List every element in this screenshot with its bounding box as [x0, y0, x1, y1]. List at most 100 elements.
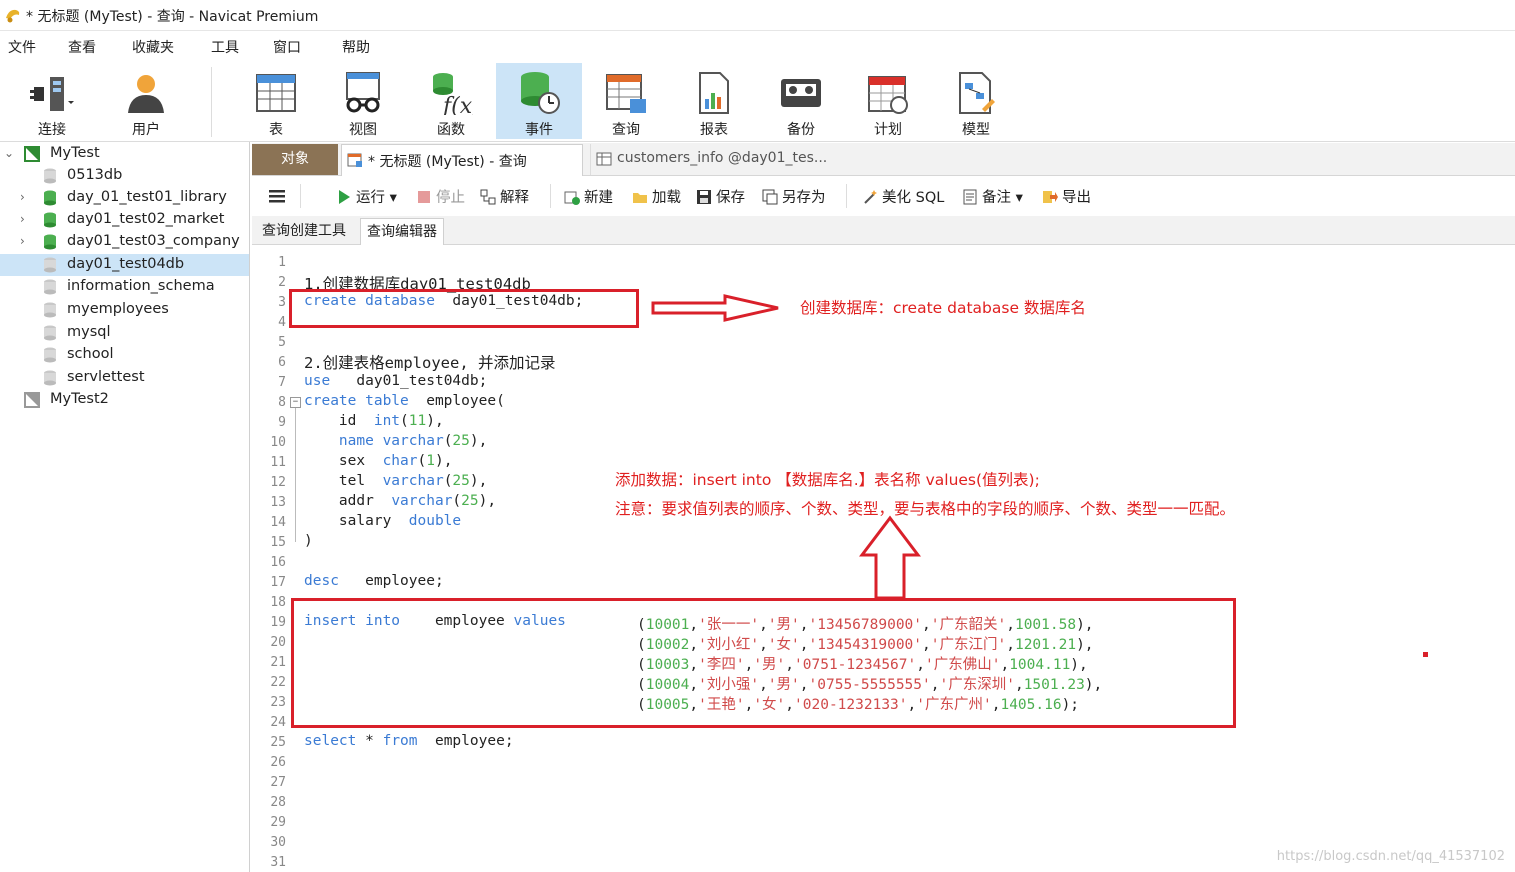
tab-query-editor[interactable]: 查询编辑器: [360, 218, 444, 245]
report-button[interactable]: 报表: [676, 63, 752, 139]
menu-file[interactable]: 文件: [8, 37, 36, 57]
tree-db-day01-test04db[interactable]: day01_test04db: [0, 254, 249, 276]
run-label: 运行: [356, 190, 385, 206]
sql-editor[interactable]: 1 2 3 4 5 6 7 8 9 10 11 12 13 14 15 16 1…: [252, 245, 1515, 872]
backup-button[interactable]: 备份: [763, 63, 839, 139]
tab-customers-info[interactable]: customers_info @day01_tes...: [590, 144, 841, 175]
toolbar-divider: [846, 184, 847, 208]
line-number: 21: [270, 655, 286, 670]
line-number: 24: [270, 715, 286, 730]
tree-db-information-schema[interactable]: information_schema: [0, 276, 249, 298]
red-dot-mark: [1423, 652, 1428, 657]
save-as-button[interactable]: 另存为: [762, 186, 826, 207]
sql-keyword: select: [304, 733, 357, 749]
tree-db-day01-company[interactable]: › day01_test03_company: [0, 231, 249, 253]
table-label: 表: [269, 122, 283, 138]
sql-text: ),: [478, 493, 497, 509]
sql-text: ),: [469, 433, 488, 449]
tree-db-0513db[interactable]: 0513db: [0, 165, 249, 187]
fold-toggle-icon[interactable]: −: [290, 397, 301, 408]
chevron-right-icon[interactable]: ›: [20, 212, 25, 226]
line-number: 20: [270, 635, 286, 650]
explain-button[interactable]: 解释: [480, 186, 529, 207]
line-number: 8: [278, 395, 286, 410]
sql-number: 1: [426, 453, 435, 469]
database-gray-icon: [44, 325, 56, 341]
tab-query-builder[interactable]: 查询创建工具: [256, 218, 352, 244]
tree-db-school[interactable]: school: [0, 344, 249, 366]
line-number: 16: [270, 555, 286, 570]
tree-connection-mytest2[interactable]: MyTest2: [0, 389, 249, 411]
line-number: 23: [270, 695, 286, 710]
chevron-down-icon[interactable]: ⌄: [4, 146, 14, 160]
highlight-box-insert: [291, 598, 1236, 728]
model-label: 模型: [962, 122, 990, 138]
save-button[interactable]: 保存: [696, 186, 745, 207]
up-arrow-icon: [859, 515, 921, 600]
database-gray-icon: [44, 302, 56, 318]
ribbon-divider: [211, 67, 212, 137]
new-button[interactable]: 新建: [564, 186, 613, 207]
tree-label: MyTest2: [50, 391, 109, 407]
fold-guide: [295, 408, 296, 542]
tree-db-day01-library[interactable]: › day_01_test01_library: [0, 187, 249, 209]
hamburger-menu-icon[interactable]: [268, 187, 286, 205]
sql-keyword: from: [382, 733, 418, 749]
database-green-icon: [44, 190, 56, 206]
tree-label: day01_test02_market: [67, 211, 225, 227]
sql-text: employee;: [417, 733, 514, 749]
load-label: 加载: [652, 190, 681, 206]
tree-db-servlettest[interactable]: servlettest: [0, 367, 249, 389]
connect-button[interactable]: 连接: [14, 63, 90, 139]
tree-db-day01-market[interactable]: › day01_test02_market: [0, 209, 249, 231]
event-button[interactable]: 事件: [496, 63, 582, 139]
table-button[interactable]: 表: [238, 63, 314, 139]
run-button[interactable]: 运行 ▾: [336, 186, 397, 207]
beautify-sql-button[interactable]: 美化 SQL: [862, 186, 944, 207]
line-number: 9: [278, 415, 286, 430]
menu-window[interactable]: 窗口: [273, 37, 301, 57]
navicat-logo-icon: [6, 9, 20, 23]
tab-objects[interactable]: 对象: [252, 144, 338, 175]
menu-view[interactable]: 查看: [68, 37, 96, 57]
tab-untitled-query[interactable]: * 无标题 (MyTest) - 查询: [341, 144, 583, 176]
menu-favorites[interactable]: 收藏夹: [132, 37, 174, 57]
view-button[interactable]: 视图: [325, 63, 401, 139]
tab-customers-label: customers_info @day01_tes...: [617, 150, 828, 166]
tree-label: school: [67, 346, 114, 362]
line-number: 6: [278, 355, 286, 370]
sql-number: 11: [408, 413, 427, 429]
report-label: 报表: [700, 122, 728, 138]
save-as-icon: [762, 189, 778, 205]
function-button[interactable]: f(x) 函数: [413, 63, 489, 139]
chevron-right-icon[interactable]: ›: [20, 234, 25, 248]
explain-icon: [480, 189, 496, 205]
tree-connection-mytest[interactable]: ⌄ MyTest: [0, 143, 249, 165]
query-button[interactable]: 查询: [588, 63, 664, 139]
chevron-right-icon[interactable]: ›: [20, 190, 25, 204]
note-button[interactable]: 备注 ▾: [962, 186, 1023, 207]
stop-button[interactable]: 停止: [416, 186, 465, 207]
menu-help[interactable]: 帮助: [342, 37, 370, 57]
load-button[interactable]: 加载: [632, 186, 681, 207]
tree-label: information_schema: [67, 278, 215, 294]
schedule-button[interactable]: 计划: [850, 63, 926, 139]
database-green-icon: [44, 234, 56, 250]
model-icon: [959, 72, 995, 114]
user-button[interactable]: 用户: [108, 63, 184, 139]
export-button[interactable]: 导出: [1042, 186, 1091, 207]
folder-icon: [633, 193, 647, 203]
code-line: create table employee(: [304, 393, 505, 409]
code-line: ): [304, 533, 313, 549]
sql-text: addr: [304, 493, 392, 509]
model-button[interactable]: 模型: [938, 63, 1014, 139]
play-icon: [339, 190, 350, 204]
tree-db-mysql[interactable]: mysql: [0, 322, 249, 344]
line-number: 27: [270, 775, 286, 790]
highlight-box-create-database: [289, 289, 639, 328]
backup-label: 备份: [787, 122, 815, 138]
menu-tools[interactable]: 工具: [211, 37, 239, 57]
annotation-insert-syntax: 添加数据：insert into 【数据库名.】表名称 values(值列表);: [615, 471, 1040, 489]
sql-keyword: double: [408, 513, 462, 529]
tree-db-myemployees[interactable]: myemployees: [0, 299, 249, 321]
